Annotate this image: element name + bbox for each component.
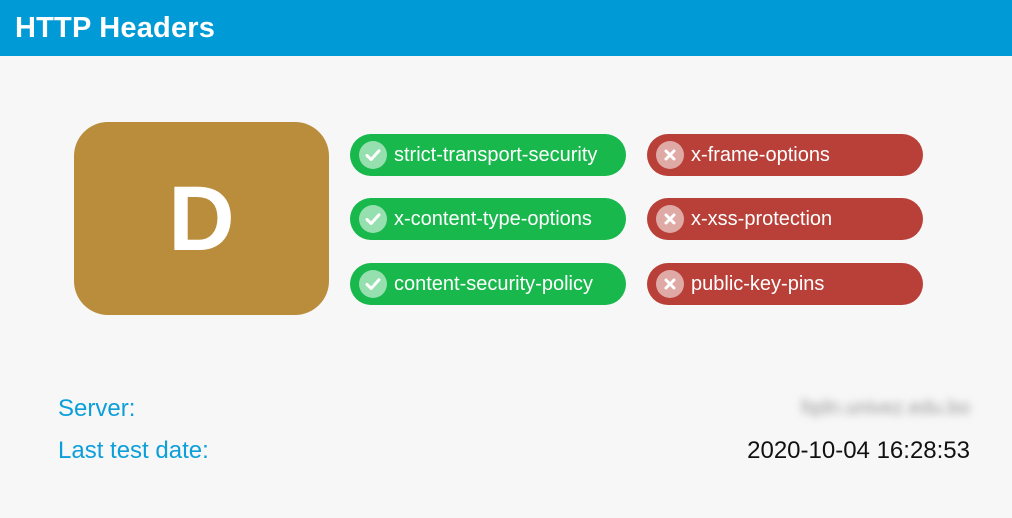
last-test-date-label: Last test date: bbox=[58, 437, 209, 464]
header-pill-label: x-frame-options bbox=[691, 143, 830, 166]
last-test-date-value: 2020-10-04 16:28:53 bbox=[747, 437, 970, 464]
header-pill-label: x-xss-protection bbox=[691, 207, 833, 230]
header-pill-strict-transport-security: strict-transport-security bbox=[350, 134, 626, 176]
header-pill-x-frame-options: x-frame-options bbox=[647, 134, 923, 176]
grade-letter: D bbox=[168, 167, 235, 270]
header-pill-label: strict-transport-security bbox=[394, 143, 598, 166]
check-icon bbox=[359, 270, 387, 298]
page-title: HTTP Headers bbox=[15, 11, 216, 44]
header-pill-content-security-policy: content-security-policy bbox=[350, 263, 626, 305]
grade-badge: D bbox=[74, 122, 329, 315]
server-label: Server: bbox=[58, 395, 136, 422]
header-pill-label: public-key-pins bbox=[691, 272, 825, 295]
header-pill-x-content-type-options: x-content-type-options bbox=[350, 198, 626, 240]
check-icon bbox=[359, 205, 387, 233]
cross-icon bbox=[656, 205, 684, 233]
cross-icon bbox=[656, 270, 684, 298]
header-pill-x-xss-protection: x-xss-protection bbox=[647, 198, 923, 240]
server-value: fqdn.univez.edu.bo bbox=[800, 397, 970, 419]
header-pill-label: content-security-policy bbox=[394, 272, 593, 295]
header-pill-label: x-content-type-options bbox=[394, 207, 592, 230]
cross-icon bbox=[656, 141, 684, 169]
check-icon bbox=[359, 141, 387, 169]
header-bar: HTTP Headers bbox=[0, 0, 1012, 56]
header-pill-public-key-pins: public-key-pins bbox=[647, 263, 923, 305]
